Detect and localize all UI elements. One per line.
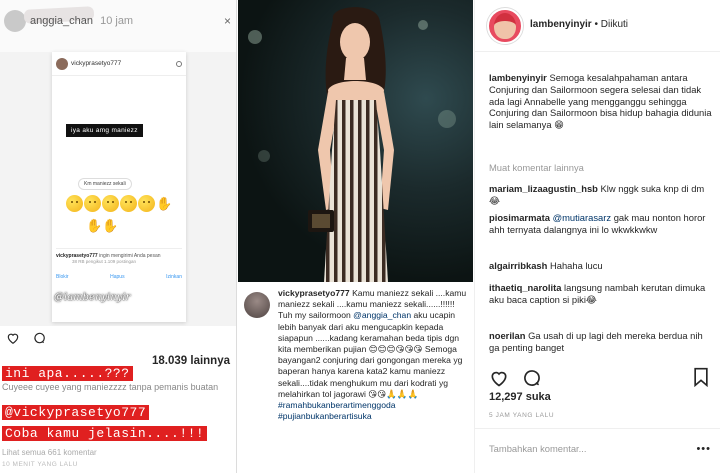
story-username: anggia_chan 10 jam bbox=[30, 15, 133, 27]
block-button[interactable]: Blokir bbox=[56, 274, 69, 280]
comment-icon[interactable] bbox=[522, 368, 542, 388]
pray-emoji-icon: ✋ bbox=[86, 218, 103, 233]
add-comment-input[interactable] bbox=[489, 443, 689, 454]
screenshot-collage: anggia_chan 10 jam × vickyprasetyo777 iy… bbox=[0, 0, 720, 473]
comment-item: algairribkash Hahaha lucu bbox=[489, 260, 715, 272]
story-action-icons bbox=[6, 331, 46, 345]
story-screenshot: anggia_chan 10 jam × vickyprasetyo777 iy… bbox=[0, 0, 237, 473]
close-icon[interactable]: × bbox=[224, 14, 231, 28]
pray-emoji-icon: ✋ bbox=[102, 218, 119, 233]
story-username-text: anggia_chan bbox=[30, 15, 94, 27]
allow-button[interactable]: Izinkan bbox=[166, 274, 182, 280]
comment-user[interactable]: noerilan bbox=[489, 330, 525, 341]
dm-header-user: vickyprasetyo777 bbox=[71, 60, 122, 67]
comment-user[interactable]: piosimarmata bbox=[489, 212, 550, 223]
story-likes-count: 18.039 lainnya bbox=[152, 355, 230, 367]
comment-icon[interactable] bbox=[32, 331, 46, 345]
emoji-row: ✋ bbox=[66, 195, 172, 212]
heart-icon[interactable] bbox=[6, 331, 20, 345]
woman-figure bbox=[308, 7, 394, 282]
caption-emoji: 😁 bbox=[554, 119, 564, 131]
comment-input-bar: ••• bbox=[475, 428, 720, 473]
story-comments-link[interactable]: Lihat semua 661 komentar bbox=[2, 448, 97, 457]
post-username[interactable]: lambenyinyir bbox=[530, 19, 592, 30]
profile-avatar[interactable] bbox=[487, 8, 523, 44]
dm-small-bubble: Km maniezz sekali bbox=[78, 178, 132, 190]
comment-text: Hahaha lucu bbox=[549, 260, 603, 271]
comment-user[interactable]: mariam_lizaagustin_hsb bbox=[489, 183, 598, 194]
dm-request-buttons: Blokir Hapus Izinkan bbox=[56, 274, 182, 280]
comment-emojis-2: 😘😘🙏🙏🙏 bbox=[368, 388, 419, 399]
woman-photo bbox=[238, 0, 473, 282]
caption-username[interactable]: lambenyinyir bbox=[489, 72, 547, 83]
dm-message-bubble: iya aku amg maniezz bbox=[66, 124, 143, 137]
comment-item: piosimarmata @mutiarasarz gak mau nonton… bbox=[489, 212, 715, 236]
comment-username[interactable]: vickyprasetyo777 bbox=[278, 288, 350, 298]
comment-item: mariam_lizaagustin_hsb Klw nggk suka knp… bbox=[489, 183, 715, 207]
dm-request-text: vickyprasetyo777 ingin mengirimi Anda pe… bbox=[56, 248, 182, 259]
load-more-comments-link[interactable]: Muat komentar lainnya bbox=[489, 162, 584, 173]
overlay-text-line1: ini apa.....??? bbox=[2, 366, 133, 381]
smile-emoji-icon bbox=[102, 195, 119, 212]
smile-emoji-icon bbox=[138, 195, 155, 212]
separator-dot: • bbox=[594, 19, 598, 30]
info-icon bbox=[176, 60, 182, 67]
overlay-text-line3: Coba kamu jelasin....!!! bbox=[2, 426, 208, 441]
comment-mention[interactable]: @anggia_chan bbox=[353, 310, 411, 320]
post-user-line: lambenyinyir • Diikuti bbox=[530, 19, 628, 30]
comment-mention[interactable]: @mutiarasarz bbox=[553, 212, 612, 223]
commenter-avatar bbox=[244, 292, 270, 318]
comment-user[interactable]: ithaetiq_narolita bbox=[489, 282, 561, 293]
photo-and-comment: vickyprasetyo777 Kamu maniezz sekali ...… bbox=[238, 0, 473, 473]
story-header: anggia_chan 10 jam × bbox=[0, 0, 236, 52]
more-options-icon[interactable]: ••• bbox=[696, 443, 711, 455]
post-action-bar bbox=[489, 368, 542, 388]
post-header: lambenyinyir • Diikuti bbox=[475, 0, 720, 52]
post-caption: lambenyinyir Semoga kesalahpahaman antar… bbox=[489, 72, 715, 131]
avatar-face bbox=[494, 13, 516, 39]
heart-icon[interactable] bbox=[489, 368, 509, 388]
dm-phone-screenshot: vickyprasetyo777 iya aku amg maniezz Km … bbox=[52, 52, 186, 322]
pray-emoji-icon: ✋ bbox=[156, 196, 173, 211]
post-time-ago: 5 JAM YANG LALU bbox=[489, 412, 555, 419]
delete-button[interactable]: Hapus bbox=[110, 274, 124, 280]
bookmark-icon[interactable] bbox=[692, 367, 710, 387]
story-time: 10 jam bbox=[100, 15, 134, 27]
smile-emoji-icon bbox=[84, 195, 101, 212]
dm-header: vickyprasetyo777 bbox=[52, 52, 186, 76]
follow-status[interactable]: Diikuti bbox=[601, 19, 628, 30]
story-avatar bbox=[4, 10, 26, 32]
post-sidebar: lambenyinyir • Diikuti lambenyinyir Semo… bbox=[474, 0, 720, 473]
overlay-text-line2: @vickyprasetyo777 bbox=[2, 405, 150, 420]
smile-emoji-icon bbox=[66, 195, 83, 212]
comment-emojis: 😊😊😊😘😘😘 bbox=[368, 344, 423, 355]
story-caption-blur: Cuyeee cuyee yang maniezzzz tanpa pemani… bbox=[2, 382, 219, 392]
dm-request-sub: 38 RB pengikut 1.109 postingan bbox=[72, 259, 137, 264]
vicky-comment: vickyprasetyo777 Kamu maniezz sekali ...… bbox=[238, 282, 473, 473]
smile-emoji-icon bbox=[120, 195, 137, 212]
watermark: @lambenyinyir bbox=[54, 292, 131, 303]
pray-row: ✋ ✋ bbox=[86, 217, 118, 234]
comment-item: noerilan Ga usah di up lagi deh mereka b… bbox=[489, 330, 715, 354]
comment-user[interactable]: algairribkash bbox=[489, 260, 547, 271]
hashtag-2[interactable]: #pujianbukanberartisuka bbox=[278, 411, 372, 421]
comment-item: ithaetiq_narolita langsung nambah keruta… bbox=[489, 282, 715, 306]
story-time-ago: 10 MENIT YANG LALU bbox=[2, 461, 78, 468]
hashtag-1[interactable]: #ramahbukanberartimenggoda bbox=[278, 400, 396, 410]
comment-body: vickyprasetyo777 Kamu maniezz sekali ...… bbox=[278, 288, 468, 422]
dm-avatar bbox=[56, 57, 68, 70]
likes-count[interactable]: 12,297 suka bbox=[489, 391, 551, 403]
